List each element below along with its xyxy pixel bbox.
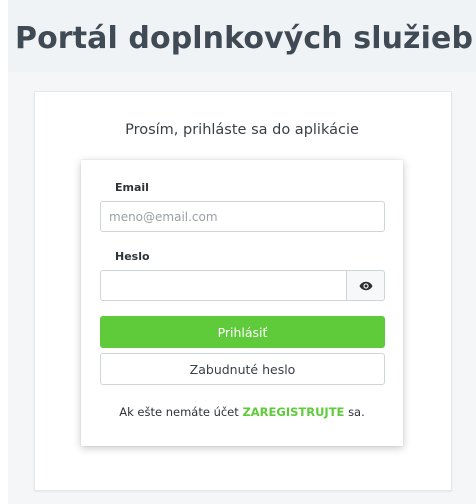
- login-button[interactable]: Prihlásiť: [100, 316, 385, 348]
- page-title: Portál doplnkových služieb: [15, 21, 474, 56]
- eye-icon: [359, 281, 372, 290]
- register-prefix: Ak ešte nemáte účet: [119, 405, 239, 419]
- show-password-button[interactable]: [346, 270, 385, 301]
- forgot-password-button[interactable]: Zabudnuté heslo: [100, 353, 385, 385]
- register-link[interactable]: ZAREGISTRUJTE: [242, 405, 344, 419]
- login-heading: Prosím, prihláste sa do aplikácie: [125, 122, 359, 138]
- password-label: Heslo: [115, 250, 150, 263]
- email-label: Email: [115, 181, 149, 194]
- password-field[interactable]: [100, 270, 347, 301]
- register-line: Ak ešte nemáte účet ZAREGISTRUJTE sa.: [81, 404, 403, 420]
- email-field[interactable]: [100, 201, 385, 232]
- register-suffix: sa.: [348, 405, 365, 419]
